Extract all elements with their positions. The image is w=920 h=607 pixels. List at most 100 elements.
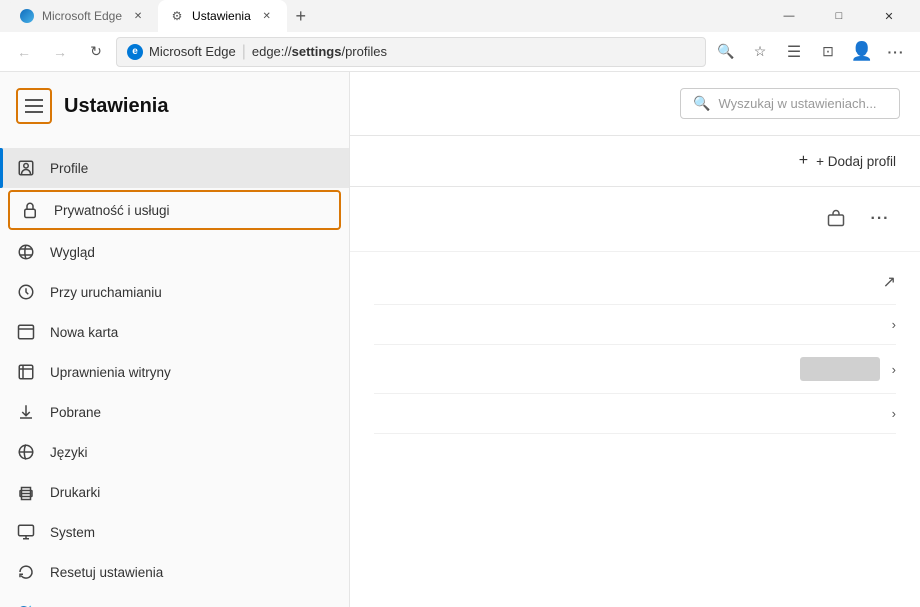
sidebar-navigation: Profile Prywatność i usługi bbox=[0, 140, 349, 607]
sidebar-item-about[interactable]: Microsoft Edge — informacje bbox=[0, 592, 349, 607]
info-row-4[interactable]: › bbox=[374, 394, 896, 434]
new-tab-button[interactable]: + bbox=[287, 2, 315, 30]
sidebar-header: Ustawienia bbox=[0, 72, 349, 140]
search-icon: 🔍 bbox=[693, 95, 710, 112]
close-button[interactable]: ✕ bbox=[866, 0, 912, 32]
tab-settings-label: Ustawienia bbox=[192, 9, 251, 23]
chevron-icon-1: › bbox=[892, 317, 896, 332]
tab-settings[interactable]: ⚙ Ustawienia ✕ bbox=[158, 0, 287, 32]
minimize-button[interactable]: — bbox=[766, 0, 812, 32]
add-profile-row: + + Dodaj profil bbox=[350, 136, 920, 187]
reading-list-btn[interactable]: ☰ bbox=[778, 36, 810, 68]
sidebar-item-system-label: System bbox=[50, 525, 95, 540]
sidebar-item-profile-label: Profile bbox=[50, 161, 88, 176]
settings-info-rows: ↗ › › › bbox=[350, 252, 920, 442]
tab-strip: Microsoft Edge ✕ ⚙ Ustawienia ✕ + bbox=[8, 0, 766, 32]
add-profile-button[interactable]: + + Dodaj profil bbox=[799, 152, 896, 170]
address-divider: | bbox=[242, 43, 246, 61]
sidebar-item-siteperms[interactable]: Uprawnienia witryny bbox=[0, 352, 349, 392]
info-row-3[interactable]: › bbox=[374, 345, 896, 394]
sidebar-item-printers-label: Drukarki bbox=[50, 485, 100, 500]
profile-card-toolbar: ··· bbox=[350, 187, 920, 252]
window-controls: — □ ✕ bbox=[766, 0, 912, 32]
newtab-nav-icon bbox=[16, 322, 36, 342]
privacy-nav-icon bbox=[20, 200, 40, 220]
sidebar-item-printers[interactable]: Drukarki bbox=[0, 472, 349, 512]
navigation-bar: ← → ↻ e Microsoft Edge | edge://settings… bbox=[0, 32, 920, 72]
sidebar-item-downloads[interactable]: Pobrane bbox=[0, 392, 349, 432]
hamburger-line-1 bbox=[25, 99, 43, 101]
appearance-nav-icon bbox=[16, 242, 36, 262]
sidebar-item-downloads-label: Pobrane bbox=[50, 405, 101, 420]
menu-btn[interactable]: ··· bbox=[880, 36, 912, 68]
sidebar-item-startup[interactable]: Przy uruchamianiu bbox=[0, 272, 349, 312]
languages-nav-icon bbox=[16, 442, 36, 462]
nav-right-icons: 🔍 ☆ ☰ ⊡ 👤 ··· bbox=[710, 36, 912, 68]
sidebar-item-newtab-label: Nowa karta bbox=[50, 325, 118, 340]
search-placeholder: Wyszukaj w ustawieniach... bbox=[718, 96, 876, 111]
maximize-button[interactable]: □ bbox=[816, 0, 862, 32]
sidebar-item-privacy-label: Prywatność i usługi bbox=[54, 203, 170, 218]
search-icon: 🔍 bbox=[717, 43, 734, 60]
profile-icon: 👤 bbox=[851, 41, 873, 62]
sidebar-item-languages-label: Języki bbox=[50, 445, 88, 460]
edge-icon: e bbox=[127, 44, 143, 60]
sidebar-item-privacy[interactable]: Prywatność i usługi bbox=[8, 190, 341, 230]
refresh-button[interactable]: ↻ bbox=[80, 36, 112, 68]
briefcase-icon bbox=[827, 209, 845, 230]
settings-search-box[interactable]: 🔍 Wyszukaj w ustawieniach... bbox=[680, 88, 900, 119]
sidebar-item-newtab[interactable]: Nowa karta bbox=[0, 312, 349, 352]
chevron-icon-2: › bbox=[892, 362, 896, 377]
siteperms-nav-icon bbox=[16, 362, 36, 382]
sidebar-item-system[interactable]: System bbox=[0, 512, 349, 552]
profile-more-btn[interactable]: ··· bbox=[864, 203, 896, 235]
favorites-icon-btn[interactable]: ☆ bbox=[744, 36, 776, 68]
tab-microsoft-edge[interactable]: Microsoft Edge ✕ bbox=[8, 0, 158, 32]
sidebar-item-languages[interactable]: Języki bbox=[0, 432, 349, 472]
sidebar-item-profile[interactable]: Profile bbox=[0, 148, 349, 188]
screenshot-btn[interactable]: ⊡ bbox=[812, 36, 844, 68]
title-bar: Microsoft Edge ✕ ⚙ Ustawienia ✕ + — □ ✕ bbox=[0, 0, 920, 32]
search-row: 🔍 Wyszukaj w ustawieniach... bbox=[350, 72, 920, 136]
info-row-1: ↗ bbox=[374, 260, 896, 305]
settings-favicon: ⚙ bbox=[170, 9, 184, 23]
address-site-name: Microsoft Edge bbox=[149, 44, 236, 59]
screenshot-icon: ⊡ bbox=[822, 43, 834, 60]
content-area: 🔍 Wyszukaj w ustawieniach... + + Dodaj p… bbox=[350, 72, 920, 607]
info-row-2[interactable]: › bbox=[374, 305, 896, 345]
sidebar-item-reset-label: Resetuj ustawienia bbox=[50, 565, 163, 580]
sidebar-item-siteperms-label: Uprawnienia witryny bbox=[50, 365, 171, 380]
tab-edge-label: Microsoft Edge bbox=[42, 9, 122, 23]
add-icon: + bbox=[799, 152, 808, 170]
printers-nav-icon bbox=[16, 482, 36, 502]
edge-favicon bbox=[20, 9, 34, 23]
hamburger-line-2 bbox=[25, 105, 43, 107]
sidebar-title: Ustawienia bbox=[64, 95, 168, 118]
address-bar[interactable]: e Microsoft Edge | edge://settings/profi… bbox=[116, 37, 706, 67]
address-highlight: settings bbox=[292, 44, 342, 59]
main-content: Ustawienia Profile bbox=[0, 72, 920, 607]
reading-list-icon: ☰ bbox=[787, 42, 801, 62]
back-button[interactable]: ← bbox=[8, 36, 40, 68]
downloads-nav-icon bbox=[16, 402, 36, 422]
sidebar-item-reset[interactable]: Resetuj ustawienia bbox=[0, 552, 349, 592]
hamburger-line-3 bbox=[25, 111, 43, 113]
reset-nav-icon bbox=[16, 562, 36, 582]
tab-settings-close[interactable]: ✕ bbox=[259, 8, 275, 24]
more-icon: ··· bbox=[871, 210, 890, 228]
add-profile-label: + Dodaj profil bbox=[816, 154, 896, 169]
about-nav-icon bbox=[16, 602, 36, 607]
sidebar-item-startup-label: Przy uruchamianiu bbox=[50, 285, 162, 300]
sidebar-item-appearance[interactable]: Wygląd bbox=[0, 232, 349, 272]
hamburger-button[interactable] bbox=[16, 88, 52, 124]
system-nav-icon bbox=[16, 522, 36, 542]
sidebar-item-appearance-label: Wygląd bbox=[50, 245, 95, 260]
search-icon-btn[interactable]: 🔍 bbox=[710, 36, 742, 68]
blurred-content bbox=[800, 357, 880, 381]
profile-briefcase-btn[interactable] bbox=[820, 203, 852, 235]
startup-nav-icon bbox=[16, 282, 36, 302]
profile-btn[interactable]: 👤 bbox=[846, 36, 878, 68]
forward-button[interactable]: → bbox=[44, 36, 76, 68]
tab-edge-close[interactable]: ✕ bbox=[130, 8, 146, 24]
external-link-icon-1: ↗ bbox=[883, 272, 896, 292]
